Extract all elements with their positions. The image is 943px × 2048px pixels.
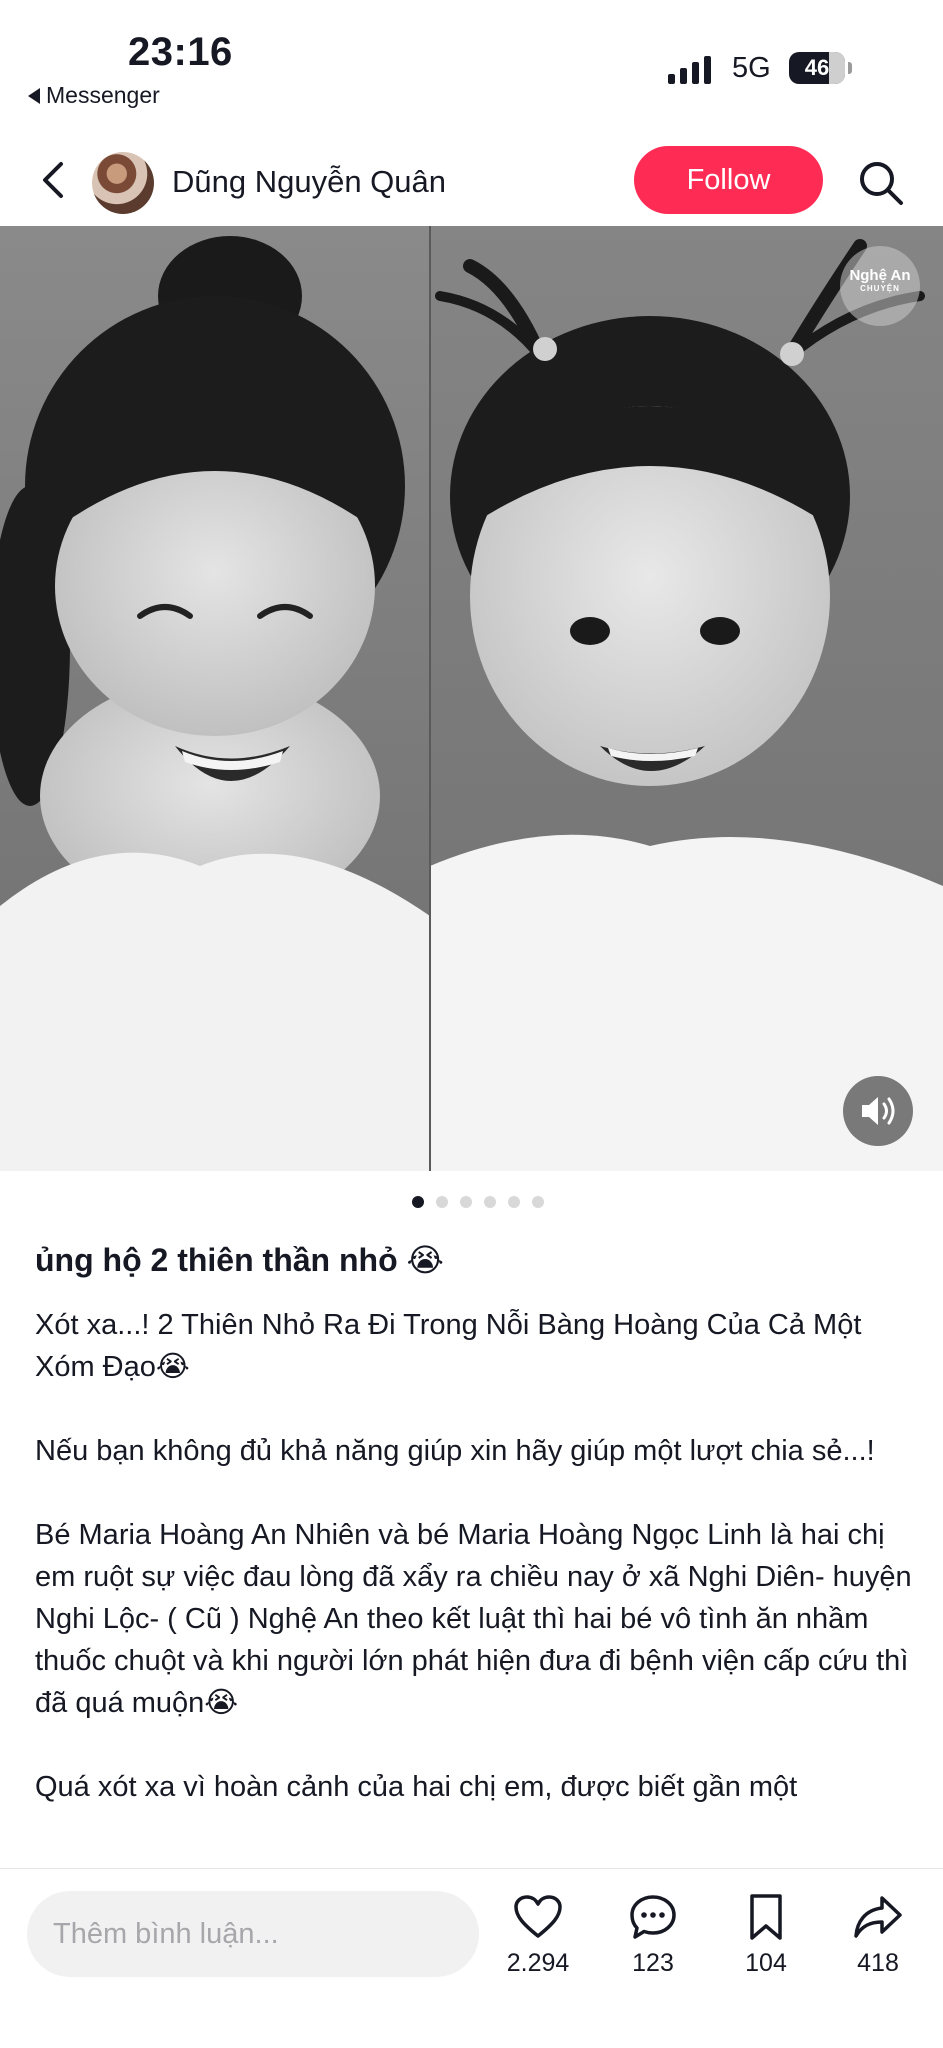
children-photo: [0, 226, 943, 1171]
status-bar: 23:16 Messenger 5G 46: [0, 0, 943, 120]
comment-count: 123: [632, 1949, 674, 1977]
status-time: 23:16: [128, 30, 233, 74]
bookmark-icon: [750, 1894, 782, 1940]
heart-icon: [514, 1895, 562, 1938]
back-to-app-link[interactable]: Messenger: [28, 82, 160, 109]
speaker-icon: [862, 1097, 895, 1125]
share-arrow-icon: [854, 1896, 902, 1938]
back-button[interactable]: [32, 158, 76, 202]
comment-button[interactable]: 123: [608, 1889, 698, 1978]
carousel-dot[interactable]: [411, 1196, 424, 1208]
share-button[interactable]: 418: [833, 1889, 923, 1978]
sound-toggle-button[interactable]: [843, 1076, 913, 1146]
share-count: 418: [857, 1949, 899, 1977]
caption-paragraph: Bé Maria Hoàng An Nhiên và bé Maria Hoàn…: [35, 1518, 912, 1719]
network-type: 5G: [732, 52, 771, 84]
save-count: 104: [745, 1949, 787, 1977]
search-button[interactable]: [856, 158, 906, 208]
save-button[interactable]: 104: [721, 1889, 811, 1978]
post-title: ủng hộ 2 thiên thần nhỏ 😭: [35, 1242, 444, 1278]
caption-paragraph: Nếu bạn không đủ khả năng giúp xin hãy g…: [35, 1434, 875, 1467]
avatar[interactable]: [92, 152, 154, 214]
like-button[interactable]: 2.294: [493, 1889, 583, 1978]
battery-tip: [848, 62, 852, 74]
battery-level: 46: [804, 55, 830, 80]
carousel-dot[interactable]: [507, 1196, 520, 1208]
watermark-logo: Nghệ An CHUYỆN: [840, 246, 920, 326]
carousel-indicator: [0, 1196, 943, 1208]
post-caption: ủng hộ 2 thiên thần nhỏ 😭 Xót xa...! 2 T…: [35, 1240, 915, 1850]
chevron-left-icon: [43, 162, 63, 198]
profile-header: Dũng Nguyễn Quân Follow: [0, 140, 943, 226]
back-triangle-icon: [28, 87, 40, 104]
carousel-dot[interactable]: [483, 1196, 496, 1208]
carousel-dot[interactable]: [459, 1196, 472, 1208]
caption-paragraph: Xót xa...! 2 Thiên Nhỏ Ra Đi Trong Nỗi B…: [35, 1308, 862, 1383]
search-icon: [860, 162, 903, 205]
comment-bubble-icon: [630, 1895, 676, 1939]
author-name[interactable]: Dũng Nguyễn Quân: [172, 164, 446, 200]
carousel-dot[interactable]: [435, 1196, 448, 1208]
caption-paragraph: Quá xót xa vì hoàn cảnh của hai chị em, …: [35, 1770, 798, 1803]
post-image[interactable]: Nghệ An CHUYỆN: [0, 226, 943, 1171]
follow-button[interactable]: Follow: [634, 146, 823, 214]
cellular-signal-icon: [668, 54, 711, 84]
comment-input[interactable]: [27, 1891, 479, 1977]
battery-icon: 46: [789, 52, 845, 84]
carousel-dot[interactable]: [531, 1196, 544, 1208]
like-count: 2.294: [506, 1949, 570, 1977]
engagement-bar: 2.294 123 104 418: [0, 1868, 943, 2048]
back-app-label: Messenger: [46, 82, 160, 108]
